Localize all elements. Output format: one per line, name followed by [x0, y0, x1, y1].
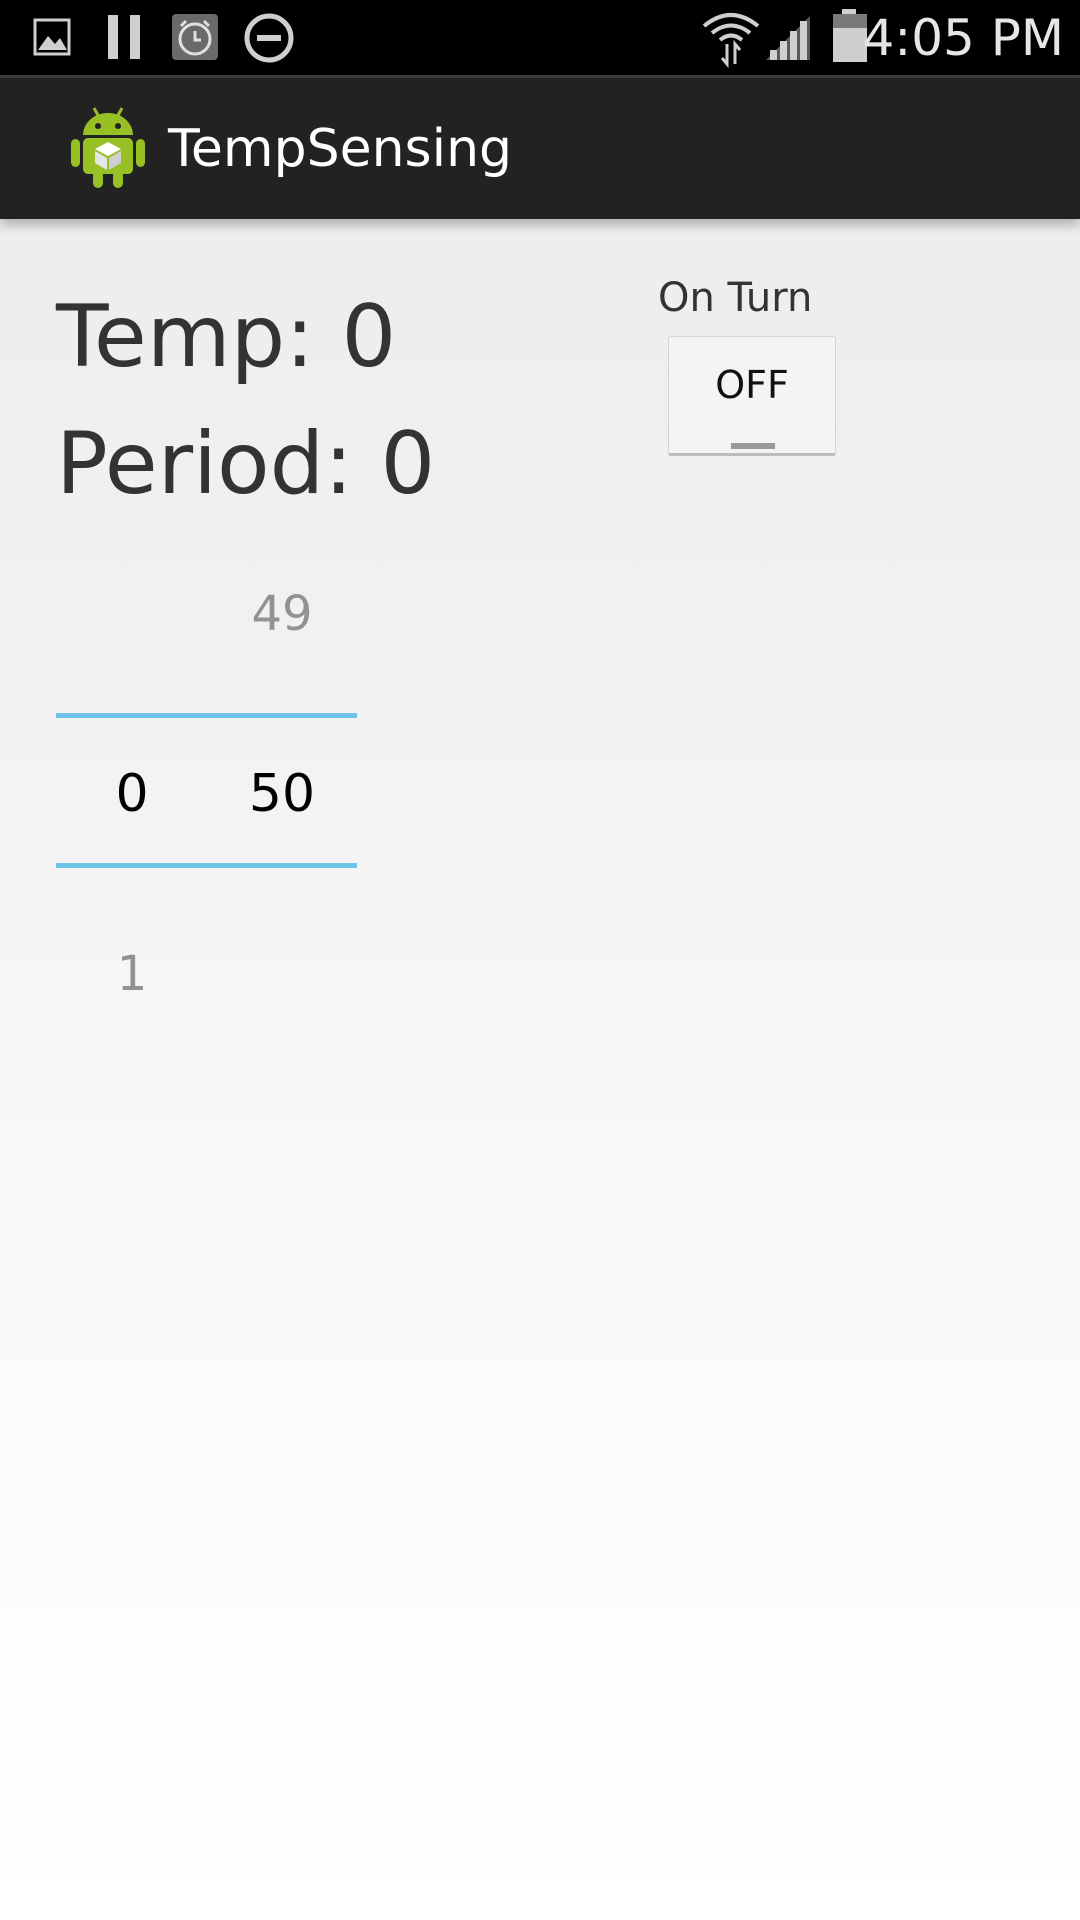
left-picker-selected-value[interactable]: 0 [72, 762, 192, 826]
image-icon [33, 18, 71, 56]
signal-icon [766, 16, 810, 60]
android-app-icon[interactable] [68, 104, 148, 190]
on-off-toggle-button[interactable]: OFF [668, 336, 836, 456]
pause-icon [108, 15, 140, 59]
status-bar: 4:05 PM [0, 0, 1080, 75]
picker-top-divider [56, 713, 357, 718]
picker-bottom-divider [56, 863, 357, 868]
right-picker-selected-value[interactable]: 50 [222, 762, 342, 826]
right-picker-previous-value[interactable]: 49 [222, 582, 342, 646]
toggle-state-label: OFF [715, 363, 789, 407]
temp-label: Temp: 0 [56, 287, 397, 387]
left-picker-next-value[interactable]: 1 [72, 942, 192, 1006]
wifi-icon [702, 13, 760, 69]
period-label: Period: 0 [56, 414, 436, 514]
alarm-icon [172, 14, 218, 60]
toggle-indicator [731, 443, 775, 449]
action-bar: TempSensing [0, 78, 1080, 219]
app-title: TempSensing [168, 119, 513, 179]
toggle-caption: On Turn [658, 275, 813, 321]
do-not-disturb-icon [244, 13, 294, 63]
status-time: 4:05 PM [862, 9, 1064, 67]
